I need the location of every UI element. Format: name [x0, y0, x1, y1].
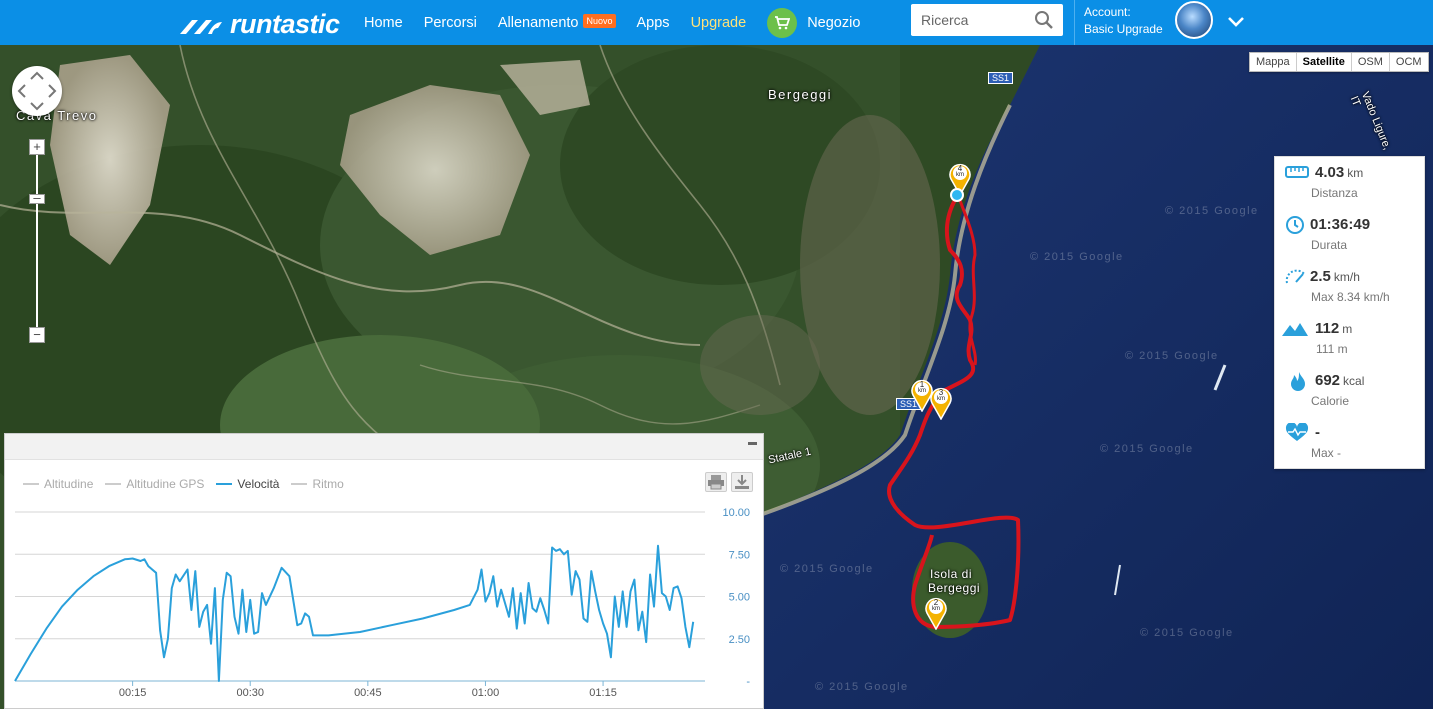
km-marker-3-unit: km: [937, 396, 945, 402]
place-label-isola-bergeggi: Bergeggi: [928, 581, 981, 595]
x-tick-label: 00:30: [236, 687, 264, 699]
elevation-unit: m: [1342, 322, 1353, 336]
shopping-cart-icon: [767, 7, 798, 38]
main-nav: Home Percorsi Allenamento Nuovo Apps Upg…: [364, 0, 881, 45]
nav-home[interactable]: Home: [364, 15, 403, 31]
km-marker-4-number: 4: [957, 164, 963, 173]
clock-icon: [1286, 216, 1304, 234]
calories-value: 692: [1315, 372, 1341, 389]
nav-allenamento[interactable]: Allenamento Nuovo: [497, 13, 616, 31]
pan-arrows-icon: [17, 71, 57, 111]
km-marker-4-unit: km: [956, 172, 964, 178]
google-watermark: © 2015 Google: [1125, 350, 1219, 362]
zoom-slider-handle[interactable]: ‒: [29, 191, 45, 204]
account-info[interactable]: Account: Basic Upgrade: [1084, 4, 1163, 38]
mountain-icon: [1282, 323, 1308, 336]
runtastic-logo[interactable]: runtastic: [178, 9, 340, 40]
stat-speed: 2.5 km/h Max 8.34 km/h: [1275, 261, 1426, 313]
account-label: Account:: [1084, 5, 1131, 19]
google-watermark: © 2015 Google: [1140, 627, 1234, 639]
y-tick-label: 10.00: [722, 507, 750, 519]
km-marker-3[interactable]: 3 km: [929, 386, 953, 421]
zoom-in-button[interactable]: +: [29, 139, 45, 155]
map-type-switcher: Mappa Satellite OSM OCM: [1249, 52, 1429, 72]
nav-negozio-label: Negozio: [807, 14, 861, 31]
chevron-down-icon[interactable]: [1226, 12, 1246, 32]
stat-duration: 01:36:49 Durata: [1275, 209, 1426, 261]
km-marker-2-unit: km: [932, 606, 940, 612]
zoom-slider-track[interactable]: [36, 147, 38, 337]
new-badge: Nuovo: [583, 13, 616, 28]
nav-percorsi[interactable]: Percorsi: [424, 15, 477, 31]
y-tick-label: 2.50: [729, 634, 750, 646]
user-avatar[interactable]: [1175, 1, 1213, 39]
account-plan: Basic Upgrade: [1084, 22, 1163, 36]
workout-stats-panel: 4.03 km Distanza 01:36:49 Durata 2.5 km/h …: [1274, 156, 1425, 469]
stat-heart-rate: - Max -: [1275, 417, 1426, 469]
google-watermark: © 2015 Google: [780, 563, 874, 575]
nav-apps[interactable]: Apps: [637, 15, 670, 31]
elevation-sub-label: 111 m: [1316, 342, 1348, 356]
google-watermark: © 2015 Google: [1165, 205, 1259, 217]
header-divider: [1074, 0, 1075, 45]
start-point-icon[interactable]: [950, 188, 964, 202]
flame-icon: [1291, 372, 1305, 391]
x-tick-label: 00:15: [119, 687, 147, 699]
y-tick-label: -: [746, 676, 750, 688]
heart-rate-max-label: Max -: [1311, 446, 1341, 460]
duration-value: 01:36:49: [1310, 216, 1371, 233]
road-shield-ss1-top: SS1: [988, 72, 1014, 84]
search-box: [911, 4, 1063, 36]
place-label-bergeggi: Bergeggi: [768, 87, 833, 102]
distance-label: Distanza: [1311, 186, 1358, 200]
speed-unit: km/h: [1333, 270, 1360, 284]
stat-distance: 4.03 km Distanza: [1275, 157, 1426, 209]
ruler-icon: [1285, 166, 1309, 178]
x-tick-label: 01:15: [589, 687, 617, 699]
km-marker-2-number: 2: [933, 598, 939, 607]
speed-series-line: [14, 544, 695, 682]
y-tick-label: 5.00: [729, 592, 750, 604]
brand-name: runtastic: [230, 9, 340, 39]
search-icon[interactable]: [1029, 5, 1059, 35]
google-watermark: © 2015 Google: [815, 681, 909, 693]
km-marker-3-number: 3: [938, 388, 944, 397]
calories-unit: kcal: [1343, 374, 1365, 388]
runtastic-logo-mark-icon: [180, 19, 222, 34]
speed-chart[interactable]: - 2.50 5.00 7.50 10.00 00:15 00:30 00:45 01:00 01…: [5, 434, 765, 709]
km-marker-2[interactable]: 2 km: [924, 596, 948, 631]
search-input[interactable]: [911, 5, 1029, 35]
top-navigation-bar: runtastic Home Percorsi Allenamento Nuov…: [0, 0, 1433, 45]
nav-upgrade[interactable]: Upgrade: [691, 15, 747, 31]
google-watermark: © 2015 Google: [1100, 443, 1194, 455]
x-tick-label: 00:45: [354, 687, 382, 699]
stat-elevation: 112 m 111 m: [1275, 313, 1426, 365]
map-type-mappa[interactable]: Mappa: [1250, 53, 1297, 71]
calories-label: Calorie: [1311, 394, 1350, 408]
heart-rate-icon: [1285, 423, 1309, 441]
speed-chart-panel: Altitudine Altitudine GPS Velocità Ritmo…: [4, 433, 764, 709]
map-type-satellite[interactable]: Satellite: [1297, 53, 1352, 71]
pan-control[interactable]: [12, 66, 62, 116]
x-tick-label: 01:00: [472, 687, 500, 699]
speedometer-icon: [1285, 269, 1306, 284]
nav-allenamento-label: Allenamento: [497, 14, 579, 31]
speed-value: 2.5: [1310, 268, 1331, 285]
duration-label: Durata: [1311, 238, 1348, 252]
google-watermark: © 2015 Google: [1030, 251, 1124, 263]
distance-value: 4.03: [1315, 164, 1345, 181]
elevation-value: 112: [1315, 320, 1340, 337]
place-label-isola: Isola di: [930, 567, 973, 581]
speed-max-label: Max 8.34 km/h: [1311, 290, 1390, 304]
map-type-osm[interactable]: OSM: [1352, 53, 1390, 71]
distance-unit: km: [1347, 166, 1364, 180]
nav-negozio[interactable]: Negozio: [767, 7, 861, 38]
y-tick-label: 7.50: [729, 549, 750, 561]
heart-rate-value: -: [1315, 424, 1320, 441]
stat-calories: 692 kcal Calorie: [1275, 365, 1426, 417]
zoom-out-button[interactable]: −: [29, 327, 45, 343]
map-type-ocm[interactable]: OCM: [1390, 53, 1428, 71]
